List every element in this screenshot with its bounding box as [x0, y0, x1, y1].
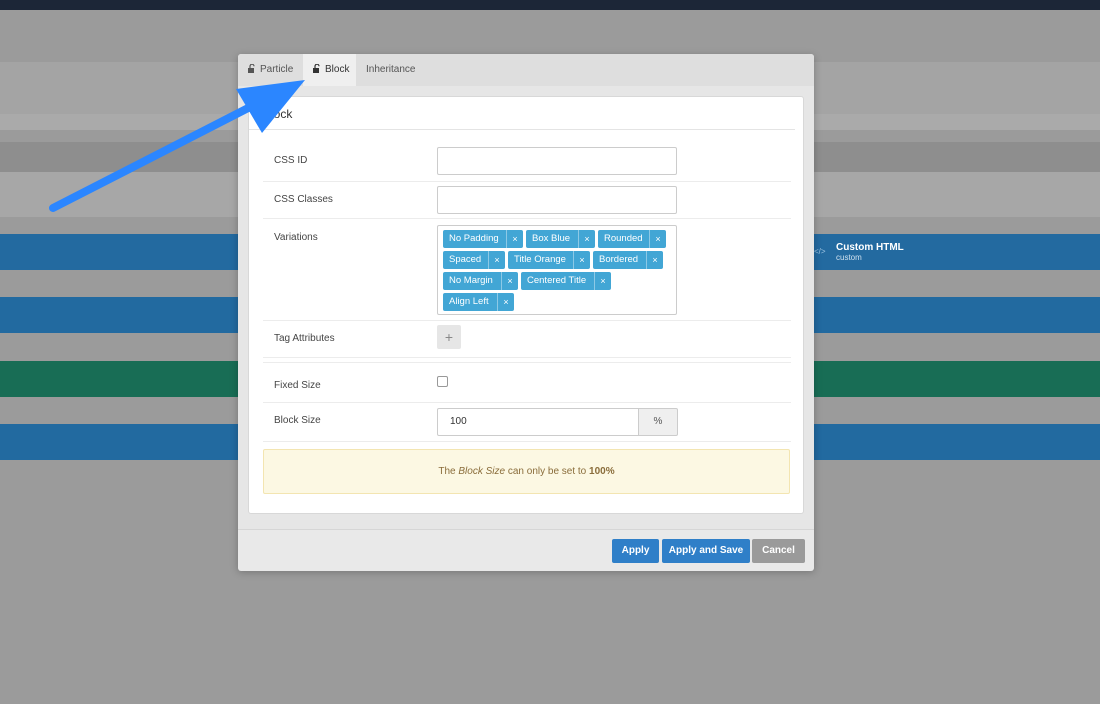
remove-tag-button[interactable]: × [573, 251, 590, 269]
variation-tag: Rounded × [598, 230, 666, 248]
remove-tag-button[interactable]: × [501, 272, 518, 290]
modal-footer: Apply Apply and Save Cancel [238, 529, 814, 571]
tab-label: Block [325, 64, 350, 75]
divider [263, 402, 791, 403]
divider [249, 129, 795, 130]
variations-tag-input[interactable]: No Padding × Box Blue × Rounded × Spaced × T… [437, 225, 677, 315]
apply-and-save-button[interactable]: Apply and Save [662, 539, 750, 563]
block-size-unit: % [638, 408, 678, 436]
remove-tag-button[interactable]: × [488, 251, 505, 269]
variation-tag: Centered Title × [521, 272, 611, 290]
cancel-button[interactable]: Cancel [752, 539, 805, 563]
divider [263, 181, 791, 182]
variation-tag: Bordered × [593, 251, 663, 269]
tab-label: Particle [260, 64, 294, 75]
remove-tag-button[interactable]: × [594, 272, 611, 290]
block-size-input[interactable]: 100 [437, 408, 639, 436]
fixed-size-label: Fixed Size [274, 380, 321, 391]
variation-tag: No Padding × [443, 230, 523, 248]
tab-inheritance[interactable]: Inheritance [356, 54, 426, 86]
block-size-label: Block Size [274, 415, 321, 426]
custom-html-particle-type: custom [836, 253, 862, 262]
code-icon: </> [814, 247, 826, 256]
divider [263, 320, 791, 321]
top-navbar [0, 0, 1100, 10]
fixed-size-checkbox[interactable] [437, 376, 448, 387]
panel-title: Block [263, 107, 293, 121]
remove-tag-button[interactable]: × [497, 293, 514, 311]
tag-attributes-label: Tag Attributes [274, 333, 335, 344]
lock-open-icon [313, 64, 320, 73]
css-id-label: CSS ID [274, 155, 308, 166]
remove-tag-button[interactable]: × [578, 230, 595, 248]
block-settings-panel: Block CSS ID CSS Classes Variations No P… [248, 96, 804, 514]
modal-tabs: Particle Block Inheritance [238, 54, 814, 86]
tab-particle[interactable]: Particle [238, 54, 303, 86]
tab-label: Inheritance [366, 64, 416, 75]
lock-open-icon [248, 64, 255, 73]
css-classes-label: CSS Classes [274, 194, 333, 205]
add-tag-attribute-button[interactable]: + [437, 325, 461, 349]
variation-tag: Spaced × [443, 251, 505, 269]
tab-block[interactable]: Block [303, 54, 356, 86]
apply-button[interactable]: Apply [612, 539, 659, 563]
divider [263, 357, 791, 358]
variation-tag: No Margin × [443, 272, 518, 290]
divider [263, 362, 791, 363]
variation-tag: Align Left × [443, 293, 514, 311]
css-classes-input[interactable] [437, 186, 677, 214]
css-id-input[interactable] [437, 147, 677, 175]
remove-tag-button[interactable]: × [506, 230, 523, 248]
block-settings-modal: Particle Block Inheritance Block CSS ID … [238, 54, 814, 571]
variation-tag: Box Blue × [526, 230, 595, 248]
remove-tag-button[interactable]: × [649, 230, 666, 248]
variation-tag: Title Orange × [508, 251, 590, 269]
custom-html-particle-title[interactable]: Custom HTML [836, 242, 904, 253]
variations-label: Variations [274, 232, 318, 243]
block-size-notice: The Block Size can only be set to 100% [263, 449, 790, 494]
divider [263, 441, 791, 442]
divider [263, 218, 791, 219]
remove-tag-button[interactable]: × [646, 251, 663, 269]
